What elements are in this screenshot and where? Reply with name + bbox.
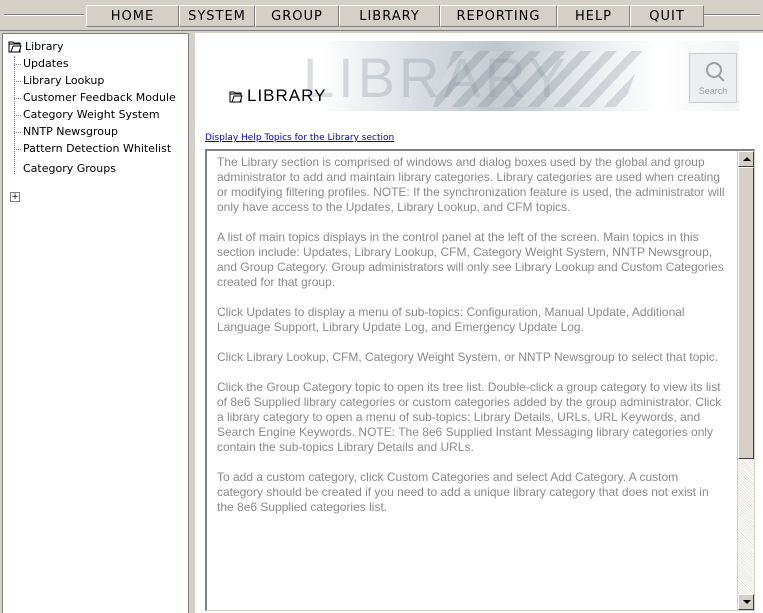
main-content: LIBRARY Search LIBRARY Display Help Topi… — [195, 33, 763, 613]
help-paragraph: Click Updates to display a menu of sub-t… — [217, 305, 685, 334]
help-paragraph: Click Library Lookup, CFM, Category Weig… — [217, 350, 719, 364]
menu-library[interactable]: LIBRARY — [339, 5, 440, 27]
help-paragraph: To add a custom category, click Custom C… — [217, 470, 709, 514]
help-text-area[interactable]: The Library section is comprised of wind… — [205, 149, 755, 611]
scroll-up-arrow-icon — [743, 157, 751, 161]
top-menu-bar: HOME SYSTEM GROUP LIBRARY REPORTING HELP… — [0, 0, 763, 31]
expand-plus-icon[interactable]: + — [10, 192, 20, 202]
tree-connector — [14, 64, 21, 65]
scroll-down-button[interactable] — [738, 594, 754, 610]
tree-item-updates[interactable]: Updates — [23, 57, 69, 70]
scroll-down-arrow-icon — [743, 600, 751, 604]
menu-quit[interactable]: QUIT — [630, 5, 704, 27]
library-banner: LIBRARY Search LIBRARY — [203, 41, 739, 111]
help-topics-link[interactable]: Display Help Topics for the Library sect… — [205, 133, 394, 143]
tree-item-category-groups[interactable]: Category Groups — [23, 162, 116, 175]
magnifier-handle — [718, 75, 725, 82]
search-icon: Search — [689, 53, 737, 103]
tree-item-library-lookup[interactable]: Library Lookup — [23, 74, 104, 87]
help-paragraph: A list of main topics displays in the co… — [217, 230, 724, 289]
menu-groove-right — [704, 14, 760, 16]
scroll-thumb[interactable] — [738, 167, 754, 459]
help-paragraph: Click the Group Category topic to open i… — [217, 380, 722, 454]
help-paragraph: The Library section is comprised of wind… — [217, 155, 725, 214]
tree-connector — [14, 149, 21, 150]
menu-help[interactable]: HELP — [557, 5, 630, 27]
menu-groove-left — [4, 14, 84, 16]
tree-connector — [14, 115, 21, 116]
panel-splitter[interactable] — [188, 33, 195, 613]
menu-reporting[interactable]: REPORTING — [440, 5, 557, 27]
help-text-content: The Library section is comprised of wind… — [217, 155, 725, 530]
tree-item-customer-feedback[interactable]: Customer Feedback Module — [23, 91, 176, 104]
menu-home[interactable]: HOME — [86, 5, 179, 27]
library-tree-panel: Library Updates Library Lookup Customer … — [2, 33, 188, 613]
folder-icon — [8, 41, 22, 53]
scroll-up-button[interactable] — [738, 151, 754, 167]
tree-connector — [14, 81, 21, 82]
page-title: LIBRARY — [247, 86, 327, 105]
tree-root-library[interactable]: Library — [25, 40, 63, 53]
folder-icon — [229, 91, 243, 103]
banner-keyboard-image — [432, 51, 644, 107]
tree-connector — [14, 132, 21, 133]
tree-item-category-weight[interactable]: Category Weight System — [23, 108, 160, 121]
search-label: Search — [698, 86, 728, 96]
tree-connector — [14, 98, 21, 99]
tree-item-nntp-newsgroup[interactable]: NNTP Newsgroup — [23, 125, 118, 138]
menu-group[interactable]: GROUP — [255, 5, 339, 27]
menu-system[interactable]: SYSTEM — [179, 5, 255, 27]
tree-item-pattern-detection[interactable]: Pattern Detection Whitelist — [23, 142, 171, 155]
vertical-scrollbar[interactable] — [737, 151, 754, 610]
